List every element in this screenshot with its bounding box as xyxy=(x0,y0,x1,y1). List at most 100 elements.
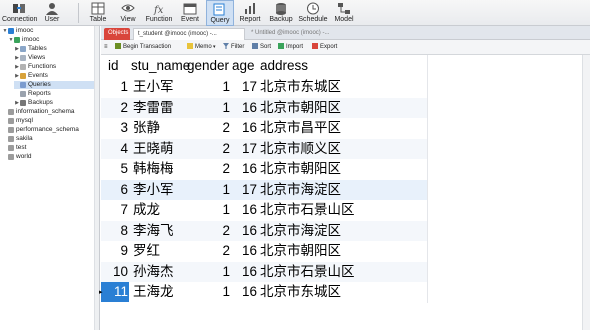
cell-id[interactable]: 1 xyxy=(101,77,129,97)
user-button[interactable]: User xyxy=(38,0,66,26)
tree-item-sakila[interactable]: sakila xyxy=(8,135,33,143)
tab-untitled-query[interactable]: * Untitled @imooc (imooc) -... xyxy=(247,28,359,40)
table-row[interactable]: 7 成龙 1 16 北京市石景山区 xyxy=(101,200,427,221)
cell-age[interactable]: 16 xyxy=(232,221,258,241)
filter-button[interactable]: Filter xyxy=(223,42,244,53)
model-button[interactable]: Model xyxy=(330,0,358,26)
column-header-gender[interactable]: gender xyxy=(187,55,229,77)
cell-address[interactable]: 北京市石景山区 xyxy=(260,262,370,282)
cell-address[interactable]: 北京市朝阳区 xyxy=(260,98,370,118)
cell-stu-name[interactable]: 张静 xyxy=(133,118,189,138)
table-row[interactable]: 9 罗红 2 16 北京市朝阳区 xyxy=(101,241,427,262)
tree-item-performance-schema[interactable]: performance_schema xyxy=(8,126,79,134)
table-button[interactable]: Table xyxy=(84,0,112,26)
cell-id[interactable]: 8 xyxy=(101,221,129,241)
cell-stu-name[interactable]: 王小军 xyxy=(133,77,189,97)
cell-stu-name[interactable]: 罗红 xyxy=(133,241,189,261)
cell-age[interactable]: 17 xyxy=(232,77,258,97)
grid-scrollbar[interactable] xyxy=(582,55,590,330)
cell-address[interactable]: 北京市石景山区 xyxy=(260,200,370,220)
function-button[interactable]: fx Function xyxy=(144,0,174,26)
cell-stu-name[interactable]: 成龙 xyxy=(133,200,189,220)
cell-age[interactable]: 16 xyxy=(232,282,258,302)
cell-address[interactable]: 北京市海淀区 xyxy=(260,221,370,241)
cell-gender[interactable]: 2 xyxy=(187,159,231,179)
tree-item-events[interactable]: ▶ Events xyxy=(14,72,48,80)
cell-stu-name[interactable]: 王晓萌 xyxy=(133,139,189,159)
cell-age[interactable]: 16 xyxy=(232,98,258,118)
export-button[interactable]: Export xyxy=(312,42,337,53)
cell-address[interactable]: 北京市昌平区 xyxy=(260,118,370,138)
table-row[interactable]: 4 王晓萌 2 17 北京市顺义区 xyxy=(101,138,427,159)
cell-gender[interactable]: 2 xyxy=(187,221,231,241)
connection-button[interactable]: Connection xyxy=(2,0,37,26)
cell-id[interactable]: 4 xyxy=(101,139,129,159)
query-button[interactable]: Query xyxy=(206,0,234,26)
tree-item-test[interactable]: test xyxy=(8,144,26,152)
column-header-stu-name[interactable]: stu_name xyxy=(131,55,190,77)
tree-item-functions[interactable]: ▶ Functions xyxy=(14,63,56,71)
begin-transaction-button[interactable]: Begin Transaction xyxy=(115,42,171,53)
cell-id[interactable]: 3 xyxy=(101,118,129,138)
cell-age[interactable]: 16 xyxy=(232,118,258,138)
table-row[interactable]: 6 李小军 1 17 北京市海淀区 xyxy=(101,179,427,200)
cell-age[interactable]: 16 xyxy=(232,241,258,261)
import-button[interactable]: Import xyxy=(278,42,303,53)
cell-gender[interactable]: 1 xyxy=(187,180,231,200)
tab-t-student[interactable]: t_student @imooc (imooc) -... xyxy=(133,28,245,40)
table-row[interactable]: 10 孙海杰 1 16 北京市石景山区 xyxy=(101,261,427,282)
column-header-age[interactable]: age xyxy=(232,55,255,77)
table-row[interactable]: 3 张静 2 16 北京市昌平区 xyxy=(101,118,427,139)
cell-age[interactable]: 16 xyxy=(232,262,258,282)
cell-age[interactable]: 17 xyxy=(232,139,258,159)
cell-address[interactable]: 北京市朝阳区 xyxy=(260,241,370,261)
cell-gender[interactable]: 1 xyxy=(187,282,231,302)
cell-stu-name[interactable]: 王海龙 xyxy=(133,282,189,302)
table-row[interactable]: 8 李海飞 2 16 北京市海淀区 xyxy=(101,220,427,241)
table-row[interactable]: 2 李雷雷 1 16 北京市朝阳区 xyxy=(101,97,427,118)
menu-icon[interactable]: ≡ xyxy=(104,42,108,53)
cell-address[interactable]: 北京市东城区 xyxy=(260,282,370,302)
column-header-address[interactable]: address xyxy=(260,55,308,77)
cell-address[interactable]: 北京市海淀区 xyxy=(260,180,370,200)
cell-id[interactable]: 10 xyxy=(101,262,129,282)
tree-item-views[interactable]: ▶ Views xyxy=(14,54,45,62)
tree-item-backups[interactable]: ▶ Backups xyxy=(14,99,53,107)
schedule-button[interactable]: Schedule xyxy=(298,0,328,26)
tree-item-connection-imooc[interactable]: ▼ imooc xyxy=(2,27,33,35)
backup-button[interactable]: Backup xyxy=(266,0,296,26)
cell-id[interactable]: 9 xyxy=(101,241,129,261)
cell-gender[interactable]: 1 xyxy=(187,98,231,118)
cell-gender[interactable]: 2 xyxy=(187,241,231,261)
table-row[interactable]: 11 王海龙 1 16 北京市东城区 xyxy=(101,282,427,303)
tree-item-queries[interactable]: Queries xyxy=(14,81,94,89)
tree-item-tables[interactable]: ▶ Tables xyxy=(14,45,47,53)
tree-item-mysql[interactable]: mysql xyxy=(8,117,33,125)
cell-age[interactable]: 16 xyxy=(232,200,258,220)
tab-objects[interactable]: Objects xyxy=(104,28,130,40)
column-header-id[interactable]: id xyxy=(108,55,119,77)
cell-address[interactable]: 北京市朝阳区 xyxy=(260,159,370,179)
table-row[interactable]: 5 韩梅梅 2 16 北京市朝阳区 xyxy=(101,159,427,180)
tree-item-world[interactable]: world xyxy=(8,153,32,161)
tree-item-database-imooc[interactable]: ▼ imooc xyxy=(8,36,39,44)
cell-id[interactable]: 11 xyxy=(101,282,129,302)
table-row[interactable]: 1 王小军 1 17 北京市东城区 xyxy=(101,77,427,98)
cell-id[interactable]: 2 xyxy=(101,98,129,118)
tree-item-information-schema[interactable]: information_schema xyxy=(8,108,75,116)
memo-button[interactable]: Memo ▾ xyxy=(187,42,216,53)
cell-gender[interactable]: 1 xyxy=(187,262,231,282)
cell-gender[interactable]: 2 xyxy=(187,118,231,138)
cell-address[interactable]: 北京市东城区 xyxy=(260,77,370,97)
report-button[interactable]: Report xyxy=(236,0,264,26)
cell-stu-name[interactable]: 李雷雷 xyxy=(133,98,189,118)
cell-gender[interactable]: 1 xyxy=(187,200,231,220)
cell-gender[interactable]: 2 xyxy=(187,139,231,159)
cell-stu-name[interactable]: 韩梅梅 xyxy=(133,159,189,179)
tree-item-reports[interactable]: Reports xyxy=(14,90,51,98)
cell-age[interactable]: 17 xyxy=(232,180,258,200)
cell-id[interactable]: 5 xyxy=(101,159,129,179)
cell-gender[interactable]: 1 xyxy=(187,77,231,97)
sort-button[interactable]: Sort xyxy=(252,42,271,53)
view-button[interactable]: View xyxy=(114,0,142,26)
